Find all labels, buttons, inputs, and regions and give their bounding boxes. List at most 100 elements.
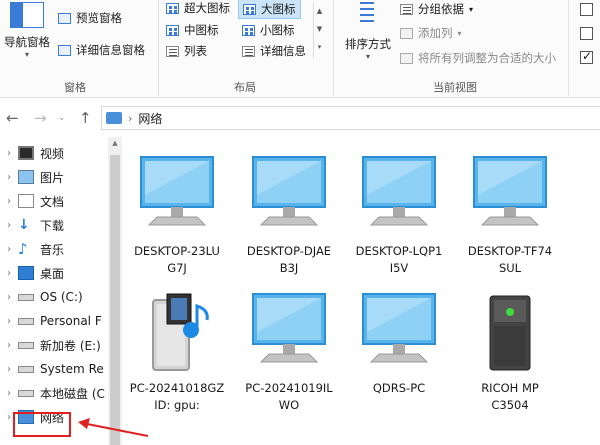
sidebar-item[interactable]: › 图片 xyxy=(0,165,108,189)
drive-icon xyxy=(18,293,34,301)
drive-icon xyxy=(18,341,34,349)
back-arrow-icon[interactable]: ← xyxy=(6,109,19,127)
navigation-pane-button[interactable]: 导航窗格 ▾ xyxy=(2,2,52,59)
sort-by-button[interactable]: 排序方式 ▾ xyxy=(340,0,396,61)
sidebar-item[interactable]: › Personal F xyxy=(0,309,108,333)
network-device-tile[interactable]: QDRS-PC xyxy=(344,292,454,397)
device-name-line1: PC-20241018GZ xyxy=(129,381,225,395)
checkbox-1[interactable] xyxy=(580,3,593,16)
details-pane-button[interactable]: 详细信息窗格 xyxy=(58,42,145,58)
preview-pane-button[interactable]: 预览窗格 xyxy=(58,10,122,26)
navigation-pane: › 视频 › 图片 › 文档 › ↓ 下载 › ♪ 音乐 › 桌面 › OS (C:) › Personal F ›… xyxy=(0,137,122,445)
recent-chevron-icon[interactable]: ⌄ xyxy=(58,113,66,123)
chevron-right-icon[interactable]: › xyxy=(0,292,18,303)
sidebar-item-label: 下载 xyxy=(40,218,65,233)
highlight-box xyxy=(13,412,71,437)
sidebar-scroll-thumb[interactable] xyxy=(110,155,120,445)
computer-icon xyxy=(455,155,565,243)
device-name-line1: DESKTOP-DJAE xyxy=(246,244,332,258)
chevron-right-icon[interactable]: › xyxy=(0,316,18,327)
sidebar-item-label: 桌面 xyxy=(40,266,65,281)
chevron-down-icon: ▾ xyxy=(365,52,370,61)
computer-icon xyxy=(344,292,454,380)
extra-large-icons-icon xyxy=(166,2,179,14)
sidebar-item[interactable]: › 视频 xyxy=(0,141,108,165)
chevron-right-icon[interactable]: › xyxy=(0,172,18,183)
downloads-folder-icon: ↓ xyxy=(18,217,30,233)
layout-gallery-scroll[interactable]: ▲ ▼ ▾ xyxy=(313,2,325,58)
scroll-down-icon[interactable]: ▼ xyxy=(314,20,325,38)
details-pane-icon xyxy=(58,44,71,56)
sidebar-item-label: 新加卷 (E:) xyxy=(40,338,101,353)
layout-extra-large-icons[interactable]: 超大图标 xyxy=(166,0,230,16)
small-icons-icon xyxy=(242,24,255,36)
network-device-tile[interactable]: DESKTOP-DJAE B3J xyxy=(234,155,344,277)
computer-icon xyxy=(234,155,344,243)
network-device-tile[interactable]: DESKTOP-23LU G7J xyxy=(122,155,232,277)
chevron-right-icon[interactable]: › xyxy=(0,148,18,159)
sidebar-item[interactable]: › ♪ 音乐 xyxy=(0,237,108,261)
sidebar-item[interactable]: › 桌面 xyxy=(0,261,108,285)
computer-icon xyxy=(234,292,344,380)
chevron-right-icon[interactable]: › xyxy=(0,340,18,351)
device-name-line1: DESKTOP-23LU xyxy=(134,244,220,258)
device-name-line2: WO xyxy=(278,398,300,412)
add-column-button[interactable]: 添加列 ▾ xyxy=(400,25,462,41)
scroll-up-icon[interactable]: ▲ xyxy=(108,139,122,147)
group-by-icon xyxy=(400,3,413,15)
sidebar-item-label: Personal F xyxy=(40,314,102,328)
sidebar-item[interactable]: › 本地磁盘 (C xyxy=(0,381,108,405)
breadcrumb[interactable]: 网络 xyxy=(138,110,162,127)
desktop-folder-icon xyxy=(18,266,34,280)
expand-icon[interactable]: ▾ xyxy=(314,38,325,56)
drive-icon xyxy=(18,317,34,325)
layout-details[interactable]: 详细信息 xyxy=(242,43,306,59)
ribbon-divider xyxy=(568,0,569,96)
layout-small-icons[interactable]: 小图标 xyxy=(242,22,295,38)
pictures-folder-icon xyxy=(18,170,34,184)
sidebar-item-label: 本地磁盘 (C xyxy=(40,386,105,401)
device-name-line1: QDRS-PC xyxy=(372,381,426,395)
layout-large-icons[interactable]: 大图标 xyxy=(238,0,301,19)
details-icon xyxy=(242,45,255,57)
chevron-right-icon[interactable]: › xyxy=(0,268,18,279)
address-bar[interactable]: › 网络 xyxy=(101,106,600,130)
sidebar-item[interactable]: › OS (C:) xyxy=(0,285,108,309)
chevron-right-icon[interactable]: › xyxy=(0,196,18,207)
sidebar-item[interactable]: › System Re xyxy=(0,357,108,381)
checkbox-3[interactable] xyxy=(580,49,593,64)
device-name-line1: RICOH MP xyxy=(481,381,539,395)
chevron-right-icon[interactable]: › xyxy=(0,364,18,375)
group-by-button[interactable]: 分组依据 ▾ xyxy=(400,1,473,17)
device-name-line2: C3504 xyxy=(491,398,529,412)
checkbox-2[interactable] xyxy=(580,27,593,40)
sidebar-item-label: OS (C:) xyxy=(40,290,83,304)
medium-icons-icon xyxy=(166,24,179,36)
network-device-tile[interactable]: DESKTOP-TF74 SUL xyxy=(455,155,565,277)
chevron-down-icon: ▾ xyxy=(469,4,474,14)
chevron-right-icon[interactable]: › xyxy=(0,244,18,255)
forward-arrow-icon[interactable]: → xyxy=(34,109,47,127)
sidebar-item[interactable]: › 新加卷 (E:) xyxy=(0,333,108,357)
up-arrow-icon[interactable]: ↑ xyxy=(79,109,92,127)
chevron-right-icon[interactable]: › xyxy=(0,388,18,399)
size-all-columns-button[interactable]: 将所有列调整为合适的大小 xyxy=(400,50,556,66)
sidebar-item-label: 音乐 xyxy=(40,242,65,257)
layout-list[interactable]: 列表 xyxy=(166,43,207,59)
sidebar-item[interactable]: › ↓ 下载 xyxy=(0,213,108,237)
ribbon: 导航窗格 ▾ 预览窗格 详细信息窗格 窗格 超大图标 大图标 中图标 小图标 列… xyxy=(0,0,600,98)
layout-medium-icons[interactable]: 中图标 xyxy=(166,22,219,38)
device-name-line2: SUL xyxy=(498,261,522,275)
network-device-tile[interactable]: PC-20241019IL WO xyxy=(234,292,344,414)
network-device-tile[interactable]: RICOH MP C3504 xyxy=(455,292,565,414)
scroll-up-icon[interactable]: ▲ xyxy=(314,2,325,20)
sidebar-item-label: 图片 xyxy=(40,170,65,185)
network-device-tile[interactable]: PC-20241018GZ ID: gpu: xyxy=(122,292,232,414)
sidebar-item[interactable]: › 文档 xyxy=(0,189,108,213)
network-device-tile[interactable]: DESKTOP-LQP1 I5V xyxy=(344,155,454,277)
chevron-right-icon[interactable]: › xyxy=(0,220,18,231)
preview-pane-icon xyxy=(58,12,71,24)
sidebar-item-label: System Re xyxy=(40,362,104,376)
music-folder-icon: ♪ xyxy=(18,240,28,258)
device-name-line2: B3J xyxy=(279,261,299,275)
